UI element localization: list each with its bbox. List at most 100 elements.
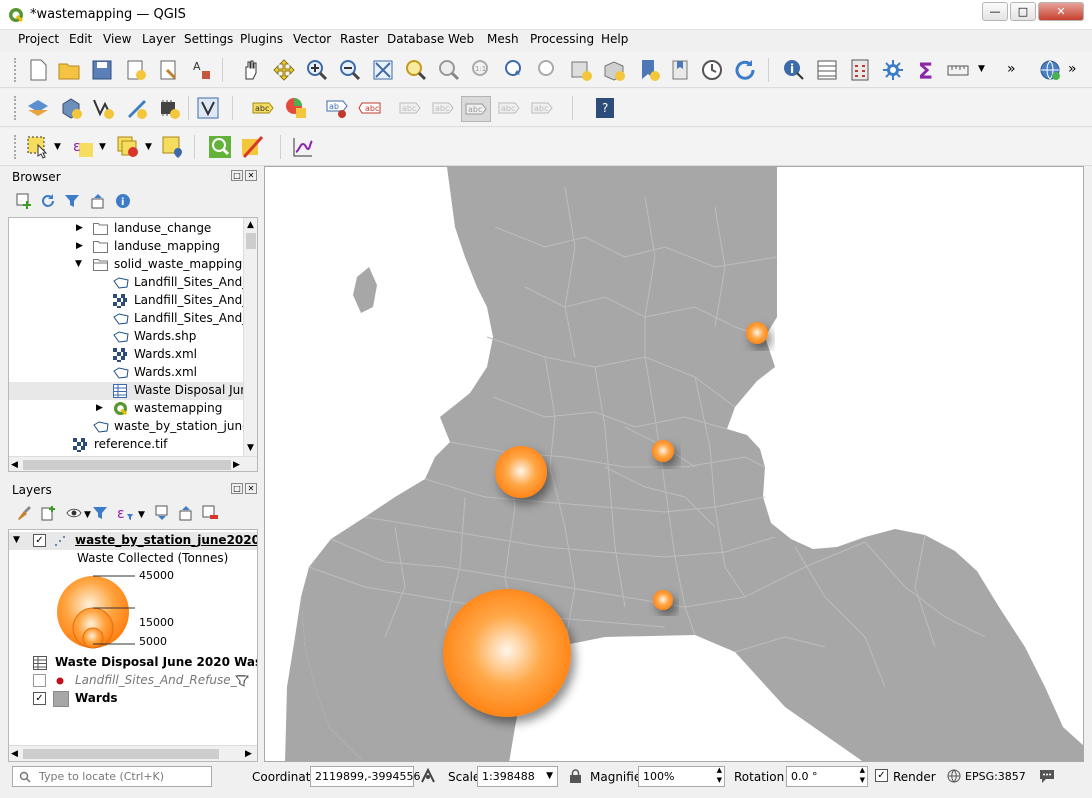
- tree-item-solid-waste-mapping[interactable]: ▼ solid_waste_mapping: [9, 256, 244, 274]
- magnifier-spinbox[interactable]: 100% ▲ ▼: [638, 766, 725, 787]
- select-features-icon[interactable]: [26, 135, 50, 159]
- scroll-right-arrow-icon[interactable]: ▶: [233, 460, 240, 470]
- menu-vector[interactable]: Vector: [293, 30, 331, 48]
- zoom-out-icon[interactable]: [338, 58, 362, 82]
- layer-diagram-icon[interactable]: [284, 96, 308, 120]
- zoom-native-resolution-icon[interactable]: 1:1: [470, 58, 494, 82]
- label-tool-active-button[interactable]: abc: [461, 96, 491, 122]
- waste-symbol-large-southwest[interactable]: [443, 589, 571, 717]
- menu-settings[interactable]: Settings: [184, 30, 233, 48]
- tree-item-landuse-mapping[interactable]: ▶ landuse_mapping: [9, 238, 244, 256]
- metasearch-icon[interactable]: [1038, 58, 1062, 82]
- tree-item-landfill-xml[interactable]: Landfill_Sites_And_Re: [9, 292, 257, 310]
- float-panel-icon[interactable]: □: [231, 483, 243, 494]
- menu-processing[interactable]: Processing: [530, 30, 594, 48]
- menu-view[interactable]: View: [103, 30, 131, 48]
- add-selected-layers-icon[interactable]: [16, 193, 32, 209]
- tree-item-waste-disposal[interactable]: Waste Disposal June: [9, 382, 255, 400]
- identify-icon[interactable]: i: [782, 58, 806, 82]
- pin-labels-icon[interactable]: ab: [325, 96, 349, 120]
- menu-layer[interactable]: Layer: [142, 30, 175, 48]
- close-button[interactable]: ✕: [1038, 2, 1084, 21]
- menu-web[interactable]: Web: [448, 30, 474, 48]
- filter-by-expression-icon[interactable]: ε: [116, 504, 134, 522]
- waste-symbol-medium-west[interactable]: [495, 446, 547, 498]
- processing-toolbox-icon[interactable]: [881, 58, 905, 82]
- layers-horizontal-scrollbar[interactable]: ◀ ▶: [9, 745, 257, 761]
- crs-label[interactable]: EPSG:3857: [965, 770, 1026, 783]
- temporal-controller-icon[interactable]: [700, 58, 724, 82]
- scroll-right-arrow-icon[interactable]: ▶: [245, 749, 252, 759]
- new-memory-layer-icon[interactable]: [157, 96, 181, 120]
- scroll-left-arrow-icon[interactable]: ◀: [11, 460, 18, 470]
- change-label-icon[interactable]: abc: [497, 96, 521, 120]
- toolbar-grip[interactable]: [14, 58, 17, 82]
- toolbar-grip[interactable]: [14, 96, 17, 120]
- render-checkbox[interactable]: ✓: [875, 769, 888, 782]
- help-contents-icon[interactable]: ?: [593, 96, 617, 120]
- tree-item-wards-xml[interactable]: Wards.xml: [9, 346, 244, 364]
- remove-layer-icon[interactable]: [202, 505, 218, 521]
- new-spatialite-layer-icon[interactable]: [124, 96, 148, 120]
- measure-dropdown-arrow-icon[interactable]: ▼: [978, 64, 985, 74]
- pan-icon[interactable]: [238, 58, 262, 82]
- layer-visibility-checkbox[interactable]: [33, 674, 46, 687]
- select-by-expression-icon[interactable]: ε: [71, 135, 95, 159]
- visibility-dropdown-arrow-icon[interactable]: ▼: [84, 510, 91, 520]
- menu-plugins[interactable]: Plugins: [240, 30, 283, 48]
- new-map-view-icon[interactable]: [569, 58, 593, 82]
- collapse-all-icon[interactable]: [178, 505, 194, 521]
- data-source-manager-icon[interactable]: [26, 96, 50, 120]
- spin-arrows-icon[interactable]: ▲ ▼: [717, 765, 722, 785]
- float-panel-icon[interactable]: □: [231, 170, 243, 181]
- new-project-icon[interactable]: [26, 58, 50, 82]
- open-project-icon[interactable]: [57, 58, 81, 82]
- map-canvas[interactable]: [264, 166, 1084, 762]
- zoom-in-icon[interactable]: [305, 58, 329, 82]
- tree-item-landfill-xml-2[interactable]: Landfill_Sites_And_Re: [9, 310, 257, 328]
- waste-symbol-small-central[interactable]: [652, 440, 674, 462]
- open-attribute-table-icon[interactable]: [815, 58, 839, 82]
- crs-globe-icon[interactable]: [947, 769, 961, 783]
- tree-item-landuse-change[interactable]: ▶ landuse_change: [9, 220, 244, 238]
- minimize-button[interactable]: —: [982, 2, 1008, 21]
- tree-item-waste-by-station[interactable]: waste_by_station_june20: [9, 418, 257, 436]
- layer-visibility-checkbox[interactable]: ✓: [33, 692, 46, 705]
- expression-dropdown-arrow-icon[interactable]: ▼: [99, 142, 106, 152]
- spin-arrows-icon[interactable]: ▲ ▼: [860, 765, 865, 785]
- scrollbar-thumb[interactable]: [23, 460, 231, 470]
- expand-arrow-icon[interactable]: ▶: [76, 241, 83, 251]
- pan-to-selection-icon[interactable]: [272, 58, 296, 82]
- waste-symbol-small-south[interactable]: [653, 590, 673, 610]
- toggle-extents-icon[interactable]: [420, 768, 436, 784]
- measure-line-icon[interactable]: [946, 58, 970, 82]
- refresh-browser-icon[interactable]: [40, 193, 56, 209]
- save-project-icon[interactable]: [90, 58, 114, 82]
- waste-symbol-small-northeast[interactable]: [746, 322, 768, 344]
- toolbar-overflow-icon[interactable]: »: [1007, 61, 1016, 77]
- show-hide-label-icon[interactable]: abc: [431, 96, 455, 120]
- collapse-arrow-icon[interactable]: ▼: [75, 259, 82, 269]
- expand-all-icon[interactable]: [154, 505, 170, 521]
- show-hide-labels-icon[interactable]: abc: [358, 96, 382, 120]
- collapse-arrow-icon[interactable]: ▼: [13, 535, 20, 545]
- messages-icon[interactable]: [1038, 768, 1056, 784]
- tree-item-landfill-shp[interactable]: Landfill_Sites_And_Re: [9, 274, 257, 292]
- menu-help[interactable]: Help: [601, 30, 628, 48]
- layout-manager-icon[interactable]: [157, 58, 181, 82]
- menu-project[interactable]: Project: [18, 30, 59, 48]
- menu-mesh[interactable]: Mesh: [487, 30, 519, 48]
- select-by-location-icon[interactable]: [161, 135, 185, 159]
- scrollbar-thumb[interactable]: [23, 749, 219, 759]
- layer-item-waste-by-station[interactable]: ▼ ✓ waste_by_station_june2020: [9, 532, 257, 550]
- refresh-icon[interactable]: [733, 58, 757, 82]
- expression-dropdown-arrow-icon[interactable]: ▼: [138, 510, 145, 520]
- coordinate-field[interactable]: 2119899,-3994556: [310, 766, 420, 787]
- layer-visibility-checkbox[interactable]: ✓: [33, 534, 46, 547]
- filter-applied-icon[interactable]: [235, 674, 249, 688]
- elevation-profile-icon[interactable]: [291, 135, 315, 159]
- menu-raster[interactable]: Raster: [340, 30, 379, 48]
- new-virtual-layer-icon[interactable]: [196, 96, 220, 120]
- layer-labeling-icon[interactable]: abc: [251, 96, 275, 120]
- properties-info-icon[interactable]: i: [115, 193, 131, 209]
